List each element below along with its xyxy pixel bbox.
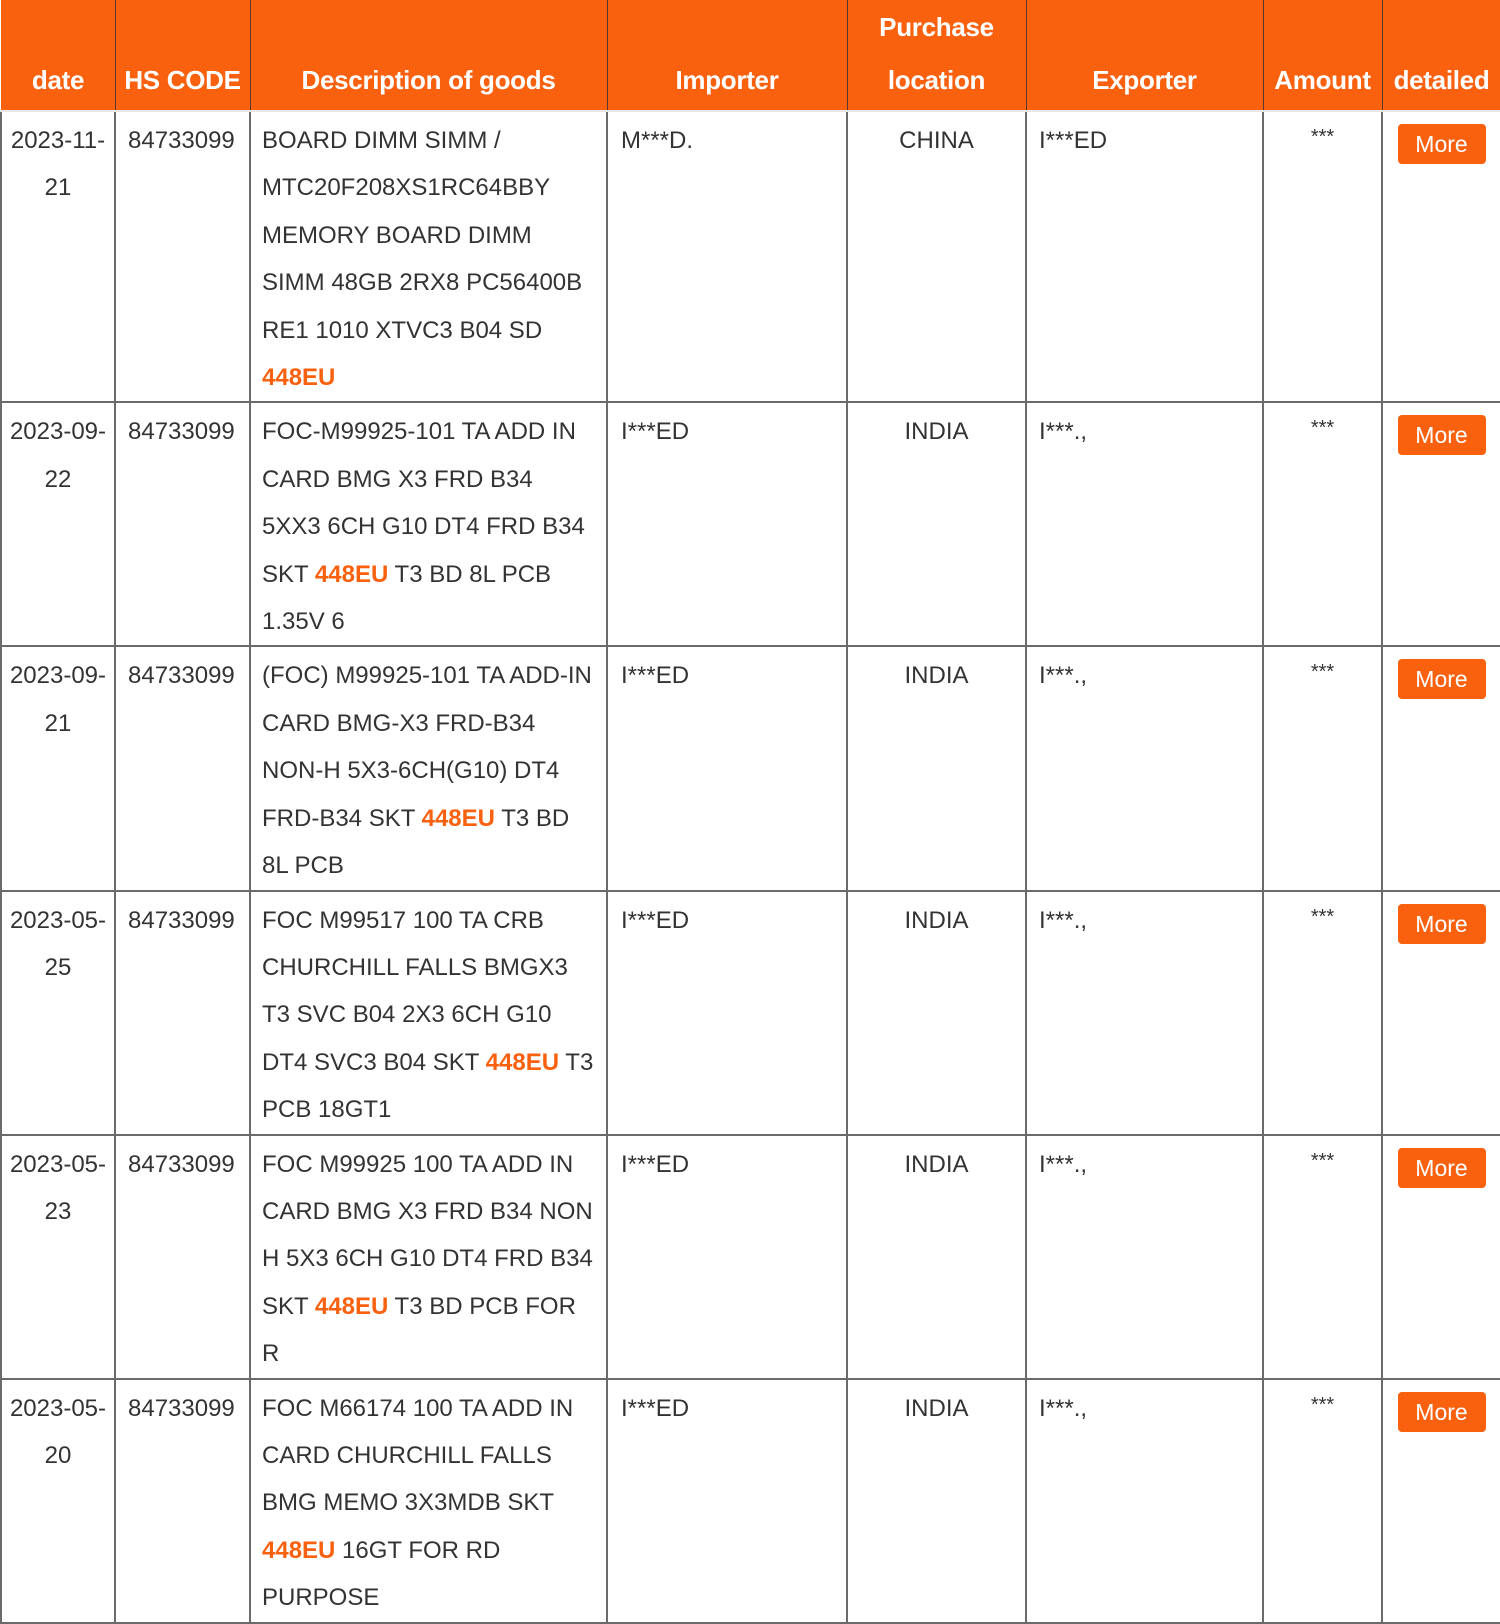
importer-cell: I***ED <box>606 645 848 892</box>
purchase-location-cell: CHINA <box>846 109 1027 404</box>
description-cell: FOC M99925 100 TA ADD IN CARD BMG X3 FRD… <box>249 1133 608 1380</box>
more-button[interactable]: More <box>1397 1147 1486 1188</box>
date-cell: 2023-05-25 <box>0 889 116 1136</box>
exporter-cell: I***., <box>1025 889 1264 1136</box>
exporter-cell: I***., <box>1025 1377 1264 1624</box>
importer-cell: I***ED <box>606 889 848 1136</box>
header-importer: Importer <box>606 0 848 112</box>
header-detailed: detailed <box>1381 0 1500 112</box>
header-row: date HS CODE Description of goods Import… <box>0 0 1500 112</box>
table-row: 2023-05-23 84733099 FOC M99925 100 TA AD… <box>0 1133 1500 1380</box>
date-cell: 2023-11-21 <box>0 109 116 404</box>
header-description: Description of goods <box>249 0 608 112</box>
header-exporter: Exporter <box>1025 0 1264 112</box>
amount-cell: *** <box>1262 401 1383 648</box>
description-text: FOC M66174 100 TA ADD IN CARD CHURCHILL … <box>262 1394 574 1517</box>
header-amount: Amount <box>1262 0 1383 112</box>
date-cell: 2023-05-20 <box>0 1377 116 1624</box>
highlighted-term: 448EU <box>314 560 389 588</box>
description-cell: BOARD DIMM SIMM / MTC20F208XS1RC64BBY ME… <box>249 109 608 404</box>
amount-cell: *** <box>1262 645 1383 892</box>
exporter-cell: I***., <box>1025 1133 1264 1380</box>
detailed-cell: More <box>1381 1133 1500 1380</box>
exporter-cell: I***., <box>1025 645 1264 892</box>
importer-cell: I***ED <box>606 1133 848 1380</box>
detailed-cell: More <box>1381 645 1500 892</box>
description-cell: FOC M66174 100 TA ADD IN CARD CHURCHILL … <box>249 1377 608 1624</box>
date-cell: 2023-09-21 <box>0 645 116 892</box>
amount-cell: *** <box>1262 889 1383 1136</box>
detailed-cell: More <box>1381 109 1500 404</box>
date-cell: 2023-05-23 <box>0 1133 116 1380</box>
purchase-location-cell: INDIA <box>846 1377 1027 1624</box>
purchase-location-cell: INDIA <box>846 889 1027 1136</box>
more-button[interactable]: More <box>1397 659 1486 700</box>
header-purchase-location: Purchase location <box>846 0 1027 112</box>
hs-code-cell: 84733099 <box>114 1377 251 1624</box>
table-row: 2023-05-20 84733099 FOC M66174 100 TA AD… <box>0 1377 1500 1624</box>
table-row: 2023-09-21 84733099 (FOC) M99925-101 TA … <box>0 645 1500 892</box>
hs-code-cell: 84733099 <box>114 1133 251 1380</box>
hs-code-cell: 84733099 <box>114 645 251 892</box>
purchase-location-cell: INDIA <box>846 401 1027 648</box>
highlighted-term: 448EU <box>314 1292 389 1320</box>
hs-code-cell: 84733099 <box>114 401 251 648</box>
hs-code-cell: 84733099 <box>114 109 251 404</box>
detailed-cell: More <box>1381 401 1500 648</box>
importer-cell: M***D. <box>606 109 848 404</box>
description-cell: FOC-M99925-101 TA ADD IN CARD BMG X3 FRD… <box>249 401 608 648</box>
exporter-cell: I***ED <box>1025 109 1264 404</box>
highlighted-term: 448EU <box>262 1536 336 1564</box>
table-header: date HS CODE Description of goods Import… <box>0 0 1500 112</box>
description-text: BOARD DIMM SIMM / MTC20F208XS1RC64BBY ME… <box>262 127 583 344</box>
highlighted-term: 448EU <box>485 1048 560 1076</box>
detailed-cell: More <box>1381 889 1500 1136</box>
header-hs-code: HS CODE <box>114 0 251 112</box>
importer-cell: I***ED <box>606 401 848 648</box>
amount-cell: *** <box>1262 1377 1383 1624</box>
exporter-cell: I***., <box>1025 401 1264 648</box>
amount-cell: *** <box>1262 1133 1383 1380</box>
trade-records-table: date HS CODE Description of goods Import… <box>0 0 1500 1624</box>
highlighted-term: 448EU <box>421 804 495 832</box>
description-cell: (FOC) M99925-101 TA ADD-IN CARD BMG-X3 F… <box>249 645 608 892</box>
table-body: 2023-11-21 84733099 BOARD DIMM SIMM / MT… <box>0 109 1500 1624</box>
detailed-cell: More <box>1381 1377 1500 1624</box>
purchase-location-cell: INDIA <box>846 645 1027 892</box>
more-button[interactable]: More <box>1397 124 1486 164</box>
header-purchase-location-label: Purchase location <box>879 12 994 95</box>
table-row: 2023-09-22 84733099 FOC-M99925-101 TA AD… <box>0 401 1500 648</box>
highlighted-term: 448EU <box>262 364 336 392</box>
more-button[interactable]: More <box>1397 903 1486 944</box>
more-button[interactable]: More <box>1397 1391 1486 1432</box>
description-cell: FOC M99517 100 TA CRB CHURCHILL FALLS BM… <box>249 889 608 1136</box>
header-date: date <box>0 0 116 112</box>
table-row: 2023-11-21 84733099 BOARD DIMM SIMM / MT… <box>0 109 1500 404</box>
hs-code-cell: 84733099 <box>114 889 251 1136</box>
more-button[interactable]: More <box>1397 415 1486 456</box>
importer-cell: I***ED <box>606 1377 848 1624</box>
purchase-location-cell: INDIA <box>846 1133 1027 1380</box>
table-row: 2023-05-25 84733099 FOC M99517 100 TA CR… <box>0 889 1500 1136</box>
amount-cell: *** <box>1262 109 1383 404</box>
date-cell: 2023-09-22 <box>0 401 116 648</box>
